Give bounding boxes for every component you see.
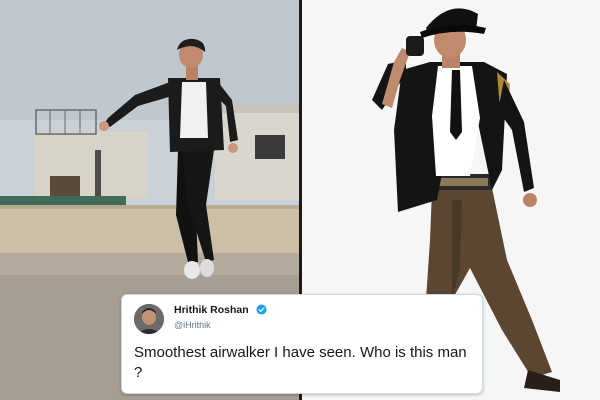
house-window <box>50 176 80 196</box>
tweet-text: Smoothest airwalker I have seen. Who is … <box>134 344 467 381</box>
parapet-wall <box>0 205 299 253</box>
meme-collage: Hrithik Roshan @iHrithik Smoothest airwa… <box>0 0 600 400</box>
tweet-author-handle[interactable]: @iHrithik <box>174 320 211 330</box>
tweet-author-name[interactable]: Hrithik Roshan <box>174 304 249 316</box>
tweet-card[interactable]: Hrithik Roshan @iHrithik Smoothest airwa… <box>121 294 483 394</box>
green-ledge <box>0 196 126 206</box>
building-window <box>255 135 285 159</box>
verified-badge-icon <box>256 304 267 315</box>
avatar[interactable] <box>134 304 164 334</box>
tweet-author-row[interactable]: Hrithik Roshan <box>174 304 267 316</box>
black-tie <box>450 70 462 140</box>
chimney-pipe <box>95 150 101 196</box>
